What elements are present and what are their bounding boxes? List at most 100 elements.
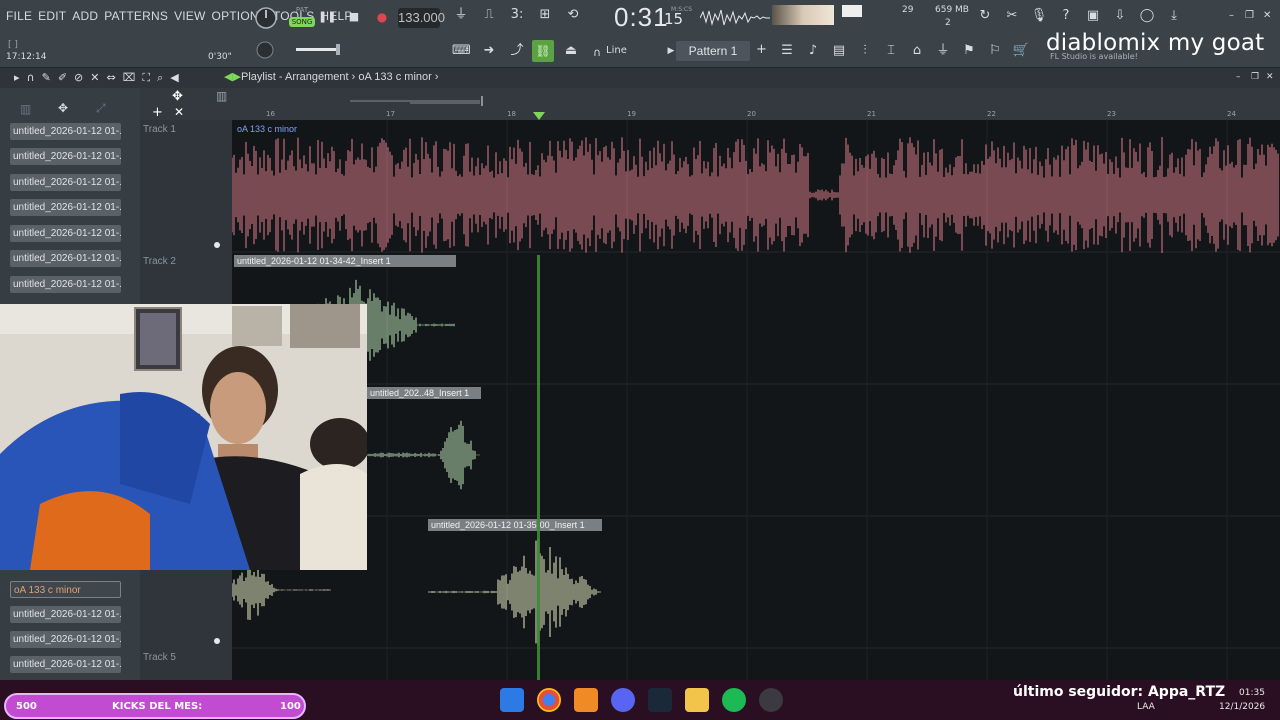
- overview-scroll[interactable]: [350, 91, 560, 106]
- close-icon[interactable]: ✕: [174, 105, 184, 119]
- play-icon[interactable]: ◀▶: [224, 70, 241, 83]
- breadcrumb-playlist[interactable]: Playlist - Arrangement: [241, 71, 349, 83]
- menu-file[interactable]: FILE: [6, 9, 32, 23]
- save-icon[interactable]: ▣: [1084, 7, 1102, 25]
- add-pattern-button[interactable]: +: [756, 42, 767, 57]
- grid-icon[interactable]: ▥: [20, 102, 31, 116]
- timeline-ruler[interactable]: + ✕ ✥ ▥ 16 17 18 19 20 21 22 23 24: [140, 88, 1280, 120]
- playlist-icon[interactable]: ☰: [778, 42, 796, 60]
- file-explorer-icon[interactable]: [685, 688, 709, 712]
- channel-item[interactable]: untitled_2026-01-12 01-...: [10, 148, 121, 165]
- clock-date[interactable]: 12/1/2026: [1219, 702, 1265, 712]
- draw-icon[interactable]: ⤴: [508, 42, 526, 60]
- link-icon[interactable]: ⛓: [532, 40, 554, 62]
- clip-label[interactable]: untitled_2026-01-12 01-35-00_Insert 1: [428, 519, 602, 531]
- channel-item[interactable]: untitled_2026-01-12 01-...: [10, 276, 121, 293]
- pencil-icon[interactable]: ✎: [42, 71, 51, 85]
- arrows-icon[interactable]: ✥: [58, 101, 68, 115]
- step-edit-icon[interactable]: ⊞: [536, 6, 554, 24]
- chrome-icon[interactable]: [537, 688, 561, 712]
- select-icon[interactable]: ⛶: [142, 71, 150, 85]
- menu-view[interactable]: VIEW: [174, 9, 205, 23]
- restore-icon[interactable]: ❐: [1251, 72, 1259, 82]
- clip-label[interactable]: untitled_202..48_Insert 1: [367, 387, 481, 399]
- language-indicator[interactable]: LAA: [1137, 702, 1155, 712]
- master-volume-knob[interactable]: [254, 6, 278, 34]
- pitch-knob[interactable]: [255, 40, 275, 64]
- pattern-selector[interactable]: Pattern 1: [676, 41, 750, 61]
- shop-icon[interactable]: 🛒: [1012, 42, 1030, 60]
- speaker-icon[interactable]: ◀: [170, 71, 178, 85]
- zoom-icon[interactable]: ⌕: [157, 71, 163, 85]
- audio-clip-waveform[interactable]: [367, 405, 481, 505]
- track-mute-dot[interactable]: [214, 242, 220, 248]
- track-label[interactable]: Track 5: [143, 652, 176, 663]
- master-pitch-slider[interactable]: [296, 48, 336, 51]
- metronome-icon[interactable]: ⏚: [452, 6, 470, 24]
- channel-item-selected[interactable]: oA 133 c minor: [10, 581, 121, 598]
- arrangement-canvas[interactable]: oA 133 c minor untitled_2026-01-12 01-34…: [232, 120, 1280, 680]
- slider-handle[interactable]: [336, 44, 340, 55]
- paint-icon[interactable]: ✐: [58, 71, 67, 85]
- record-button[interactable]: ●: [373, 8, 391, 26]
- clock-time[interactable]: 01:35: [1239, 688, 1265, 698]
- breadcrumb-clip[interactable]: oA 133 c minor: [358, 71, 431, 83]
- browser-icon[interactable]: ⌶: [882, 42, 900, 60]
- pause-button[interactable]: ❚❚: [318, 8, 336, 26]
- track-label[interactable]: Track 2: [143, 256, 176, 267]
- loop-record-icon[interactable]: ⟲: [564, 6, 582, 24]
- grid-icon[interactable]: ▥: [216, 89, 227, 103]
- chat-icon[interactable]: ◯: [1138, 7, 1156, 25]
- restore-icon[interactable]: ❐: [1245, 10, 1254, 21]
- channel-rack-icon[interactable]: ▤: [830, 42, 848, 60]
- clip-label[interactable]: untitled_2026-01-12 01-34-42_Insert 1: [234, 255, 456, 267]
- slice-icon[interactable]: ⌧: [123, 71, 136, 85]
- piano-roll-icon[interactable]: ♪: [804, 42, 822, 60]
- plugin-icon[interactable]: ⌂: [908, 42, 926, 60]
- triangle-right-icon[interactable]: ▸: [14, 71, 20, 85]
- stop-button[interactable]: ■: [345, 8, 363, 26]
- slip-icon[interactable]: ⇔: [106, 71, 115, 85]
- menu-add[interactable]: ADD: [72, 9, 98, 23]
- channel-item[interactable]: untitled_2026-01-12 01-...: [10, 123, 121, 140]
- channel-item[interactable]: untitled_2026-01-12 01-...: [10, 199, 121, 216]
- download-icon[interactable]: ⤓: [1165, 7, 1183, 25]
- tempo-display[interactable]: 133.000: [398, 8, 445, 28]
- track-label[interactable]: Track 1: [143, 124, 176, 135]
- help-icon[interactable]: ?: [1057, 7, 1075, 25]
- mixer-icon[interactable]: ⫶: [856, 42, 874, 60]
- arrows-icon[interactable]: ✥: [172, 89, 183, 104]
- snap-mode[interactable]: Line: [606, 45, 627, 56]
- clip-label[interactable]: oA 133 c minor: [234, 123, 434, 135]
- link-icon[interactable]: ⤢: [96, 101, 106, 116]
- track-mute-dot[interactable]: [214, 638, 220, 644]
- audio-clip-waveform[interactable]: [232, 135, 1280, 255]
- mute-icon[interactable]: ✕: [90, 71, 99, 85]
- pat-song-toggle[interactable]: PAT SONG: [289, 6, 315, 30]
- tempo-tap-icon[interactable]: ⚐: [986, 42, 1004, 60]
- menu-patterns[interactable]: PATTERNS: [104, 9, 168, 23]
- keyboard-icon[interactable]: ⌨: [452, 42, 471, 60]
- discord-icon[interactable]: [611, 688, 635, 712]
- export-icon[interactable]: ⇩: [1111, 7, 1129, 25]
- plug-icon[interactable]: ⏚: [934, 42, 952, 60]
- arrow-right-icon[interactable]: ➜: [480, 42, 498, 60]
- audio-clip-waveform[interactable]: [428, 532, 602, 652]
- magnet-icon[interactable]: ∩: [27, 71, 35, 85]
- wait-input-icon[interactable]: ⎍: [480, 6, 498, 24]
- magnet-icon[interactable]: ∩: [588, 44, 606, 62]
- channel-item[interactable]: untitled_2026-01-12 01-...: [10, 656, 121, 673]
- channel-item[interactable]: untitled_2026-01-12 01-...: [10, 225, 121, 242]
- channel-item[interactable]: untitled_2026-01-12 01-...: [10, 174, 121, 191]
- channel-item[interactable]: untitled_2026-01-12 01-...: [10, 631, 121, 648]
- steam-icon[interactable]: [648, 688, 672, 712]
- stamp-icon[interactable]: ⏏: [562, 42, 580, 60]
- delete-icon[interactable]: ⊘: [74, 71, 83, 85]
- add-track-icon[interactable]: +: [152, 105, 163, 120]
- fl-studio-icon[interactable]: [574, 688, 598, 712]
- channel-item[interactable]: untitled_2026-01-12 01-...: [10, 250, 121, 267]
- close-icon[interactable]: ✕: [1263, 10, 1271, 21]
- menu-edit[interactable]: EDIT: [38, 9, 66, 23]
- obs-icon[interactable]: [759, 688, 783, 712]
- cut-icon[interactable]: ✂: [1003, 7, 1021, 25]
